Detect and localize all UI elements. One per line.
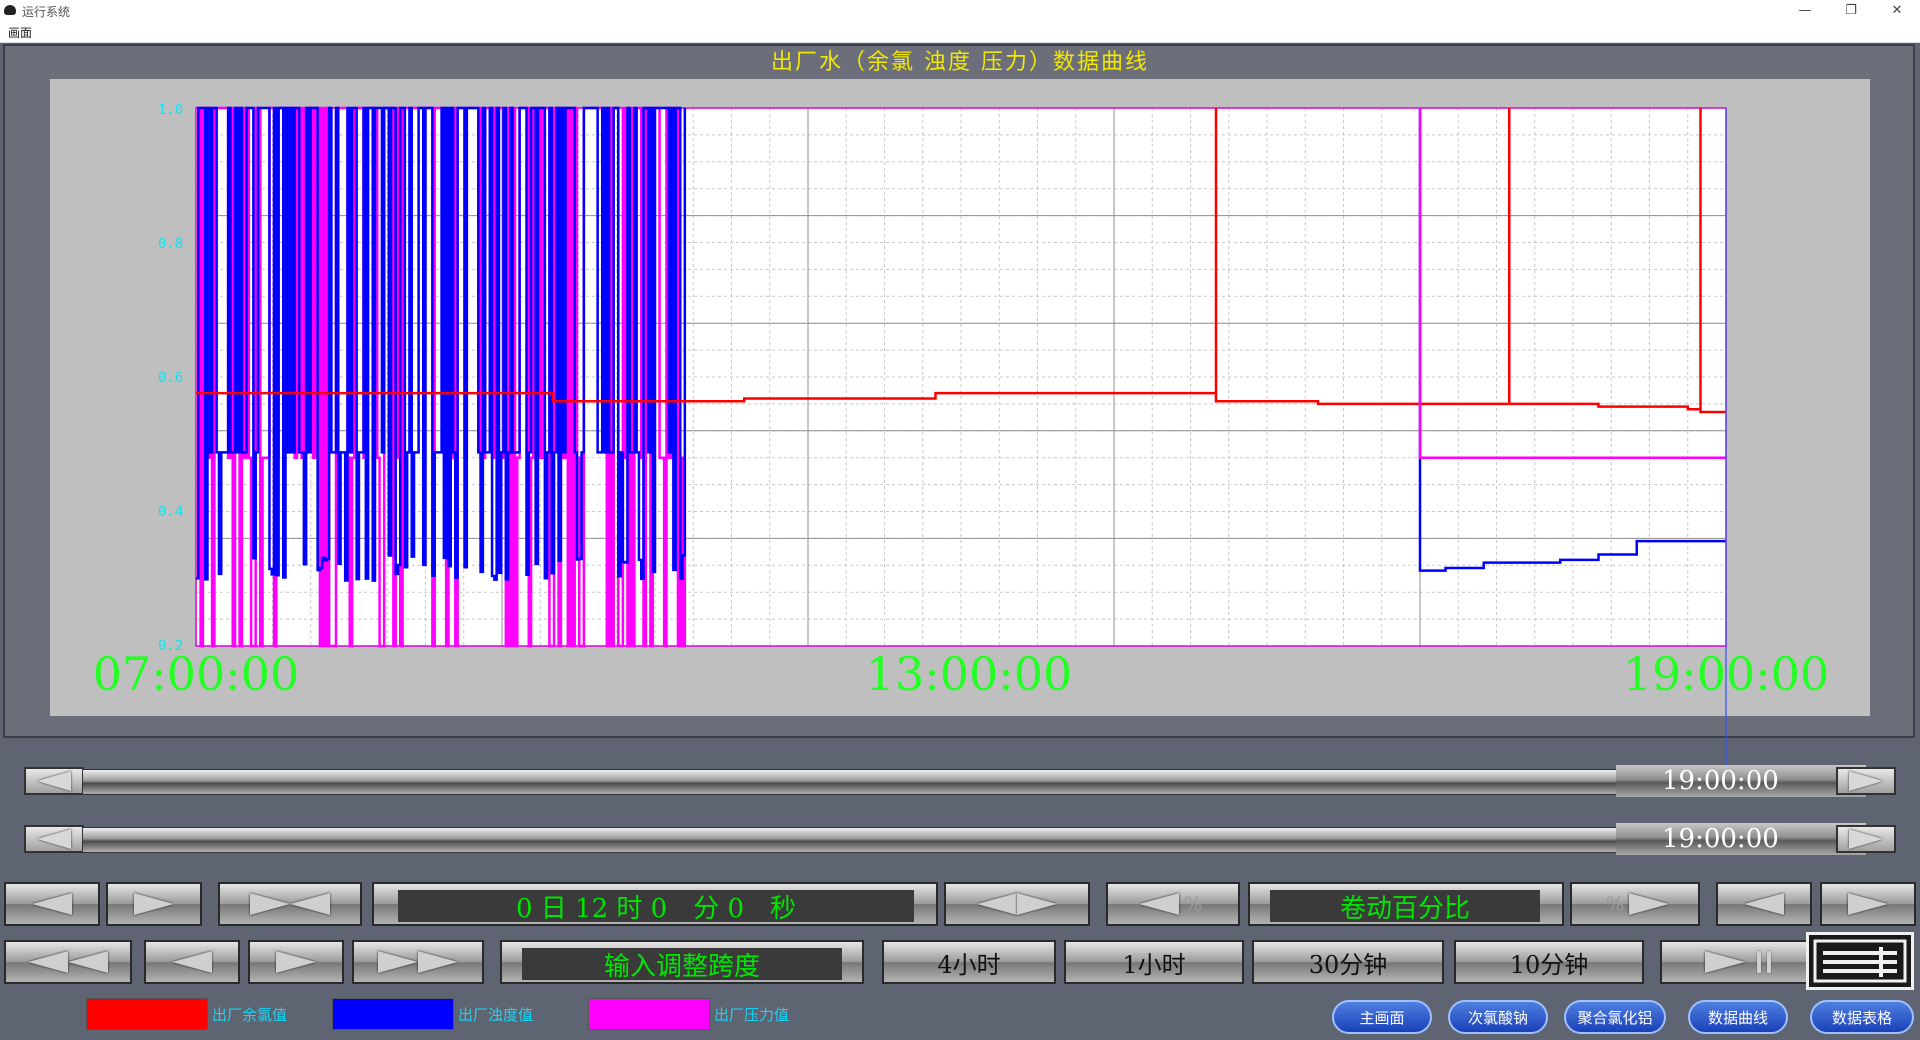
arrow-right-icon <box>276 951 316 973</box>
scroll-right-button-2[interactable] <box>1836 825 1896 853</box>
legend-swatch-pressure <box>588 998 710 1030</box>
arrow-left-icon <box>28 951 68 973</box>
arrow-right-icon <box>1848 893 1888 915</box>
legend-label-pressure: 出厂压力值 <box>714 1006 790 1024</box>
legend-swatch-turbidity <box>332 998 454 1030</box>
arrow-left-icon <box>32 893 72 915</box>
legend-label-chlorine: 出厂余氯值 <box>212 1006 288 1024</box>
y-tick-label: 0.4 <box>158 504 183 520</box>
page-right-button[interactable] <box>248 940 344 984</box>
zoom-in-button[interactable] <box>218 882 362 926</box>
pan-left-button[interactable] <box>4 882 100 926</box>
span-display: 0 日 12 时 0 分 0 秒 <box>398 890 914 924</box>
arrow-right-icon <box>378 951 418 973</box>
arrow-left-icon <box>37 771 71 791</box>
scroll-left-button-1[interactable] <box>24 767 84 795</box>
arrow-left-icon <box>172 951 212 973</box>
page-left-button[interactable] <box>144 940 240 984</box>
arrow-left-icon <box>1139 893 1180 915</box>
y-tick-label: 1.0 <box>158 102 183 118</box>
trend-chart[interactable]: 1.00.80.60.40.20.007:00:0013:00:0019:00:… <box>0 0 1920 780</box>
arrow-right-icon <box>134 893 174 915</box>
legend-label-turbidity: 出厂浊度值 <box>458 1006 534 1024</box>
arrow-right-icon <box>418 951 458 973</box>
scroll-right-button-1[interactable] <box>1836 767 1896 795</box>
play-icon <box>1705 951 1745 973</box>
pan-right-button[interactable] <box>106 882 202 926</box>
arrow-left-icon <box>290 893 330 915</box>
nav-pac-button[interactable]: 聚合氯化铝 <box>1564 1000 1666 1034</box>
pause-bar-icon <box>1767 951 1771 973</box>
legend-swatch-chlorine <box>86 998 208 1030</box>
jump-start-button[interactable] <box>4 940 132 984</box>
play-pause-button[interactable] <box>1660 940 1816 984</box>
scroll-time-1: 19:00:00 <box>1616 765 1866 797</box>
arrow-right-icon <box>1849 829 1883 849</box>
pause-bar-icon <box>1757 951 1761 973</box>
scroll-percent-display[interactable]: 卷动百分比 <box>1270 890 1540 924</box>
y-tick-label: 0.8 <box>158 236 183 252</box>
percent-icon: % <box>1605 892 1625 916</box>
jump-end-button[interactable] <box>352 940 484 984</box>
step-right-button[interactable] <box>1820 882 1916 926</box>
nav-main-screen-button[interactable]: 主画面 <box>1332 1000 1432 1034</box>
settings-panel-button[interactable] <box>1806 932 1914 990</box>
settings-panel-icon <box>1813 939 1907 983</box>
span-10m-button[interactable]: 10分钟 <box>1454 940 1644 984</box>
nav-sodium-hypochlorite-button[interactable]: 次氯酸钠 <box>1448 1000 1548 1034</box>
scroll-row-2: 19:00:00 <box>24 821 1896 857</box>
step-left-button[interactable] <box>1716 882 1812 926</box>
arrow-left-icon <box>1744 893 1784 915</box>
percent-icon: % <box>1183 892 1203 916</box>
scroll-track-2[interactable] <box>82 827 1642 853</box>
adjust-span-input[interactable]: 输入调整跨度 <box>522 948 842 982</box>
span-4h-button[interactable]: 4小时 <box>882 940 1056 984</box>
scroll-time-2: 19:00:00 <box>1616 823 1866 855</box>
arrow-left-icon <box>977 893 1017 915</box>
y-tick-label: 0.6 <box>158 370 183 386</box>
scroll-track-1[interactable] <box>82 769 1642 795</box>
arrow-right-icon <box>250 893 290 915</box>
scroll-percent-up-button[interactable]: % <box>1570 882 1700 926</box>
scroll-percent-down-button[interactable]: % <box>1106 882 1240 926</box>
x-tick-label: 07:00:00 <box>93 647 300 701</box>
span-30m-button[interactable]: 30分钟 <box>1252 940 1444 984</box>
nav-trend-button[interactable]: 数据曲线 <box>1688 1000 1788 1034</box>
scroll-row-1: 19:00:00 <box>24 763 1896 799</box>
arrow-right-icon <box>1017 893 1057 915</box>
arrow-left-icon <box>68 951 108 973</box>
span-1h-button[interactable]: 1小时 <box>1064 940 1244 984</box>
zoom-out-button[interactable] <box>944 882 1090 926</box>
arrow-right-icon <box>1628 893 1669 915</box>
arrow-right-icon <box>1849 771 1883 791</box>
arrow-left-icon <box>37 829 71 849</box>
nav-data-table-button[interactable]: 数据表格 <box>1810 1000 1914 1034</box>
scroll-left-button-2[interactable] <box>24 825 84 853</box>
x-tick-label: 13:00:00 <box>866 647 1073 701</box>
